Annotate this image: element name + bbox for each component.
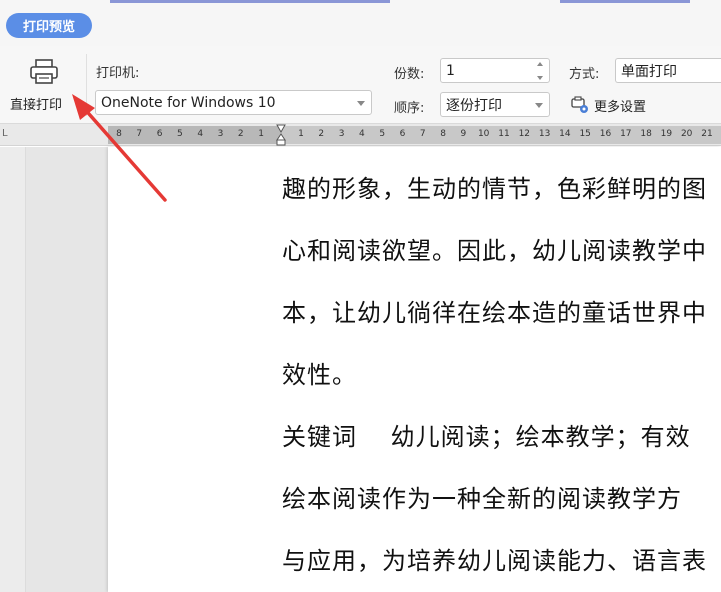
more-settings-label: 更多设置 [594, 99, 647, 115]
ruler-tick-label: 19 [660, 129, 673, 139]
ruler-tick-label: 21 [701, 129, 713, 139]
copies-stepper[interactable]: 1 [440, 58, 550, 83]
order-select-value: 逐份打印 [446, 97, 502, 114]
document-line: 心和阅读欲望。因此，幼儿阅读教学中 [282, 237, 707, 265]
document-area[interactable]: 趣的形象，生动的情节，色彩鲜明的图 心和阅读欲望。因此，幼儿阅读教学中 本，让幼… [0, 147, 721, 592]
print-toolbar: 直接打印 打印机: OneNote for Windows 10 份数: 1 顺… [0, 46, 721, 124]
more-settings-button[interactable]: 更多设置 [570, 94, 646, 116]
tab-print-preview[interactable]: 打印预览 [6, 13, 92, 38]
order-select[interactable]: 逐份打印 [440, 92, 550, 117]
ruler-corner-icon: L [2, 128, 8, 139]
ruler-tick-label: 5 [177, 129, 183, 139]
printer-select-value: OneNote for Windows 10 [101, 94, 276, 111]
toolbar-divider [86, 54, 87, 116]
direct-print-label: 直接打印 [10, 98, 63, 113]
copies-value: 1 [446, 62, 455, 79]
ruler-tick-label: 1 [258, 129, 264, 139]
ruler-tick-label: 10 [477, 129, 490, 139]
ruler-tick-label: 12 [518, 129, 531, 139]
horizontal-ruler[interactable]: L 8 7 6 5 4 3 2 1 1 2 3 4 5 6 7 8 9 10 11 12 13 14 15 16 17 18 19 2… [0, 124, 721, 146]
document-line: 与应用，为培养幼儿阅读能力、语言表 [282, 547, 707, 575]
chevron-down-icon [535, 103, 543, 108]
ruler-tick-label: 2 [318, 129, 325, 139]
printer-select[interactable]: OneNote for Windows 10 [95, 90, 372, 115]
ruler-tick-label: 7 [136, 129, 143, 139]
ruler-tick-label: 3 [338, 129, 345, 139]
ruler-tick-label: 11 [498, 129, 510, 139]
mode-select[interactable]: 单面打印 [615, 58, 721, 83]
tab-indicator [110, 0, 390, 3]
tab-bar: 打印预览 [0, 0, 721, 46]
left-panel [0, 147, 26, 592]
ruler-tick-label: 6 [399, 129, 406, 139]
document-line: 绘本阅读作为一种全新的阅读教学方 [282, 485, 682, 513]
ruler-tick-label: 16 [599, 129, 612, 139]
ruler-tick-label: 8 [440, 129, 446, 139]
ruler-tick-label: 20 [680, 129, 693, 139]
printer-icon [30, 59, 58, 84]
tab-indicator-secondary [560, 0, 690, 3]
ruler-tick-label: 8 [116, 129, 122, 139]
ruler-tick-label: 5 [379, 129, 386, 139]
ruler-tick-label: 2 [237, 129, 244, 139]
ruler-tick-label: 4 [197, 129, 204, 139]
direct-print-button[interactable]: 直接打印 [0, 46, 86, 124]
document-line: 趣的形象，生动的情节，色彩鲜明的图 [282, 175, 707, 203]
ruler-tick-label: 14 [559, 129, 571, 139]
document-line: 效性。 [282, 361, 357, 389]
copies-label: 份数: [394, 67, 425, 82]
ruler-tick-label: 9 [460, 129, 467, 139]
ruler-tick-label: 17 [620, 129, 632, 139]
stepper-arrows-icon[interactable] [537, 62, 545, 80]
ruler-tick-label: 13 [538, 129, 551, 139]
ruler-tick-label: 4 [359, 129, 365, 139]
ruler-tick-label: 6 [156, 129, 163, 139]
ruler-tick-label: 1 [298, 129, 304, 139]
printer-label: 打印机: [96, 66, 140, 81]
ruler-tick-label: 15 [579, 129, 591, 139]
indent-marker-icon[interactable] [276, 124, 286, 146]
ruler-tick-label: 7 [419, 129, 426, 139]
order-label: 顺序: [394, 101, 425, 116]
mode-label: 方式: [569, 67, 600, 82]
chevron-down-icon [357, 101, 365, 106]
document-line: 本，让幼儿徜徉在绘本造的童话世界中 [282, 299, 707, 327]
document-line: 关键词 幼儿阅读；绘本教学；有效 [282, 423, 691, 451]
ruler-tick-label: 18 [640, 129, 652, 139]
mode-select-value: 单面打印 [621, 63, 677, 80]
document-page[interactable]: 趣的形象，生动的情节，色彩鲜明的图 心和阅读欲望。因此，幼儿阅读教学中 本，让幼… [108, 147, 721, 592]
ruler-tick-label: 3 [217, 129, 224, 139]
settings-printer-icon [571, 96, 588, 113]
